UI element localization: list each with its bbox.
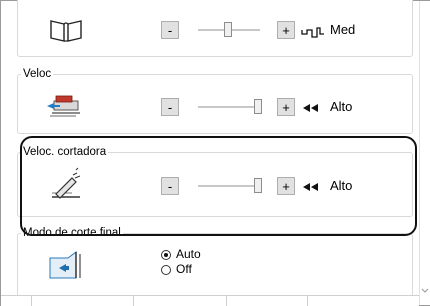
final-cut-icon: [49, 251, 81, 279]
slider-thumb[interactable]: [254, 99, 262, 114]
decrease-button[interactable]: -: [161, 177, 179, 195]
radio-auto-label: Auto: [176, 247, 201, 261]
final-cut-off-option[interactable]: Off: [161, 263, 192, 276]
final-cut-auto-option[interactable]: Auto: [161, 248, 201, 261]
radio-off-label: Off: [176, 262, 192, 276]
cutter-speed-panel: Veloc. cortadora - + Alto: [17, 145, 413, 217]
separator: [133, 296, 134, 306]
speed-panel: Veloc - + Alto: [17, 67, 413, 134]
increase-button[interactable]: +: [277, 177, 295, 195]
separator: [307, 296, 308, 306]
fast-arrows-icon: [303, 183, 318, 191]
increase-button[interactable]: +: [277, 21, 295, 39]
separator: [226, 296, 227, 306]
final-cut-title: Modo de corte final: [21, 226, 123, 240]
cutter-speed-icon: [52, 167, 81, 199]
feed-speed-icon: [47, 95, 80, 117]
density-panel: - + Med: [17, 0, 413, 57]
bottom-toolbar: [1, 295, 419, 306]
slider-thumb[interactable]: [254, 178, 262, 193]
increase-button[interactable]: +: [277, 98, 295, 116]
chevron-down-icon[interactable]: [420, 287, 430, 295]
vertical-scrollbar[interactable]: [419, 1, 430, 305]
slider-track[interactable]: [198, 106, 260, 108]
settings-window: - + Med Veloc - + Alto Veloc. cortadora: [0, 0, 430, 306]
density-value: Med: [330, 22, 356, 37]
slider-track[interactable]: [198, 185, 260, 187]
cutter-speed-value: Alto: [330, 178, 353, 193]
radio-auto[interactable]: [161, 249, 171, 260]
decrease-button[interactable]: -: [161, 98, 179, 116]
radio-off[interactable]: [161, 264, 171, 275]
separator: [31, 296, 32, 306]
medium-wave-icon: [301, 27, 324, 38]
slider-thumb[interactable]: [224, 22, 232, 37]
speed-value: Alto: [330, 99, 353, 114]
decrease-button[interactable]: -: [161, 21, 179, 39]
book-open-icon: [50, 20, 82, 42]
cutter-speed-title: Veloc. cortadora: [21, 145, 109, 159]
fast-arrows-icon: [303, 104, 318, 112]
speed-title: Veloc: [21, 67, 54, 81]
final-cut-panel: Modo de corte final Auto Off: [17, 226, 413, 297]
